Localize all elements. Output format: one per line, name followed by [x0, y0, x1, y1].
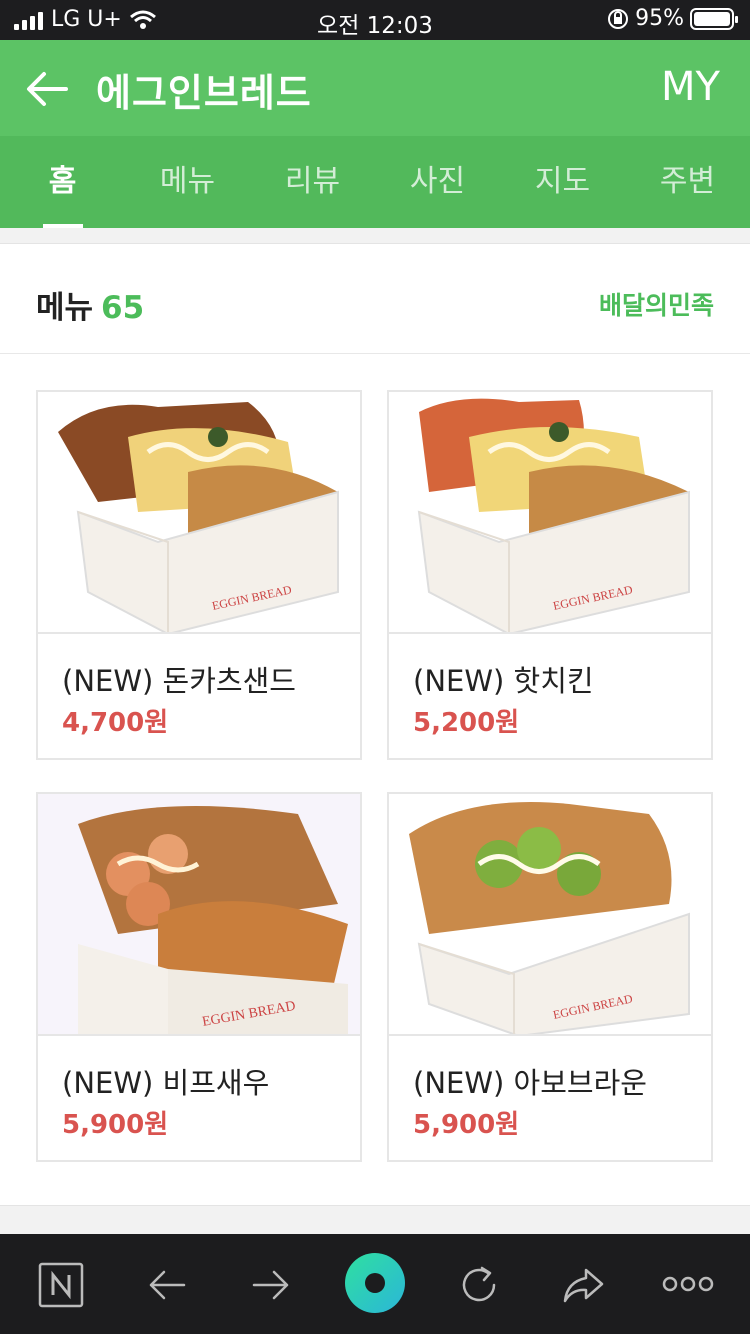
menu-title-label: 메뉴 [36, 290, 94, 326]
my-button[interactable]: MY [661, 64, 720, 110]
menu-header: 메뉴 65 배달의민족 [0, 244, 750, 354]
battery-percent: 95% [635, 6, 684, 31]
menu-section: 메뉴 65 배달의민족 EGGIN BREAD (NEW) 돈카츠샌드 4,700… [0, 243, 750, 1206]
menu-card[interactable]: EGGIN BREAD (NEW) 아보브라운 5,900원 [387, 792, 713, 1162]
tab-map[interactable]: 지도 [500, 136, 625, 228]
share-icon[interactable] [560, 1262, 606, 1308]
menu-card[interactable]: EGGIN BREAD (NEW) 핫치킨 5,200원 [387, 390, 713, 760]
orientation-lock-icon [608, 8, 629, 29]
tab-photo[interactable]: 사진 [375, 136, 500, 228]
food-photo: EGGIN BREAD [389, 794, 711, 1036]
delivery-link[interactable]: 배달의민족 [599, 286, 714, 322]
tab-review[interactable]: 리뷰 [250, 136, 375, 228]
refresh-icon[interactable] [456, 1262, 502, 1308]
food-photo: EGGIN BREAD [389, 392, 711, 634]
more-icon[interactable] [662, 1272, 714, 1296]
menu-card[interactable]: EGGIN BREAD (NEW) 돈카츠샌드 4,700원 [36, 390, 362, 760]
menu-card[interactable]: EGGIN BREAD (NEW) 비프새우 5,900원 [36, 792, 362, 1162]
tab-home[interactable]: 홈 [0, 136, 125, 228]
menu-item-name: (NEW) 비프새우 [62, 1066, 270, 1100]
menu-item-price: 5,900원 [62, 1110, 169, 1140]
food-photo: EGGIN BREAD [38, 392, 360, 634]
app-header: 에그인브레드 MY [0, 40, 750, 136]
sandwich-image: EGGIN BREAD [417, 398, 690, 632]
menu-count: 65 [101, 290, 145, 326]
menu-title: 메뉴 65 [36, 282, 144, 327]
sandwich-image: EGGIN BREAD [38, 794, 360, 1034]
tab-nearby[interactable]: 주변 [625, 136, 750, 228]
sandwich-image: EGGIN BREAD [58, 402, 339, 632]
menu-item-name: (NEW) 아보브라운 [413, 1066, 647, 1100]
menu-item-price: 5,200원 [413, 708, 520, 738]
food-photo: EGGIN BREAD [38, 794, 360, 1036]
browser-toolbar [0, 1234, 750, 1334]
page-title: 에그인브레드 [96, 71, 312, 115]
menu-item-name: (NEW) 핫치킨 [413, 664, 594, 698]
menu-item-price: 4,700원 [62, 708, 169, 738]
back-arrow-icon[interactable] [24, 66, 70, 112]
back-arrow-icon[interactable] [144, 1262, 190, 1308]
status-right: 95% [607, 6, 738, 31]
home-dot-icon[interactable] [344, 1252, 406, 1314]
naver-n-icon[interactable] [38, 1262, 84, 1308]
menu-item-price: 5,900원 [413, 1110, 520, 1140]
sandwich-image: EGGIN BREAD [409, 802, 690, 1034]
tab-bar: 홈 메뉴 리뷰 사진 지도 주변 [0, 136, 750, 228]
status-bar: LG U+ 오전 12:03 95% [0, 0, 750, 40]
battery-icon [690, 7, 738, 30]
tab-menu[interactable]: 메뉴 [125, 136, 250, 228]
menu-item-name: (NEW) 돈카츠샌드 [62, 664, 296, 698]
forward-arrow-icon[interactable] [248, 1262, 294, 1308]
